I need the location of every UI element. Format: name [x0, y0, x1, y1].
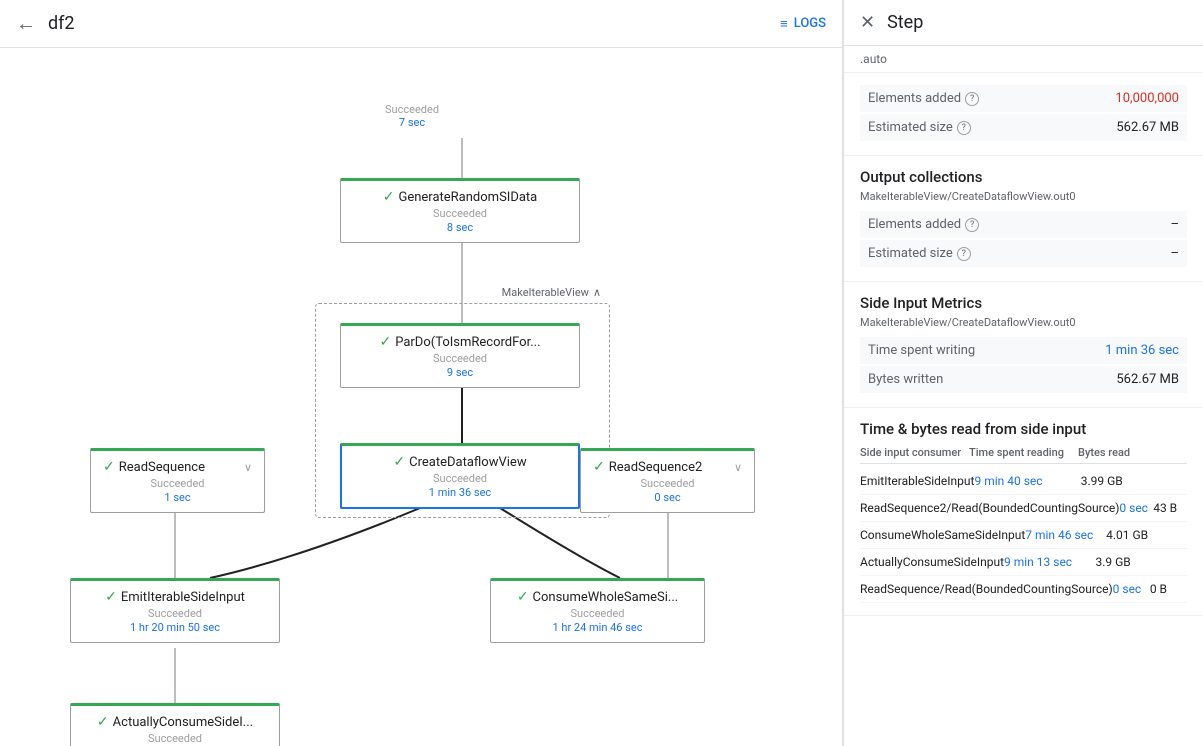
close-button[interactable]: ✕	[860, 12, 875, 33]
top-status-node: Succeeded 7 sec	[385, 103, 439, 129]
out-estimated-size-help[interactable]: ?	[957, 247, 971, 261]
logs-icon: ≡	[780, 16, 788, 32]
check-icon-emit: ✓	[105, 589, 117, 605]
time-writing-row: Time spent writing 1 min 36 sec	[860, 337, 1187, 364]
cell-time: 7 min 46 sec	[1025, 528, 1106, 542]
node-readsequence2[interactable]: ✓ ReadSequence2 ∨ Succeeded 0 sec	[580, 448, 755, 513]
node-consume-whole[interactable]: ✓ ConsumeWholeSameSi... Succeeded 1 hr 2…	[490, 578, 705, 643]
node-pardo[interactable]: ✓ ParDo(ToIsmRecordFor... Succeeded 9 se…	[340, 323, 580, 388]
elements-added-row: Elements added ? 10,000,000	[860, 85, 1187, 112]
out-elements-added-row: Elements added ? –	[860, 211, 1187, 238]
bytes-written-row: Bytes written 562.67 MB	[860, 366, 1187, 393]
estimated-size-row: Estimated size ? 562.67 MB	[860, 114, 1187, 141]
cell-time: 0 sec	[1119, 501, 1153, 515]
logs-button[interactable]: ≡ LOGS	[780, 16, 826, 32]
bytes-written-value: 562.67 MB	[1116, 372, 1179, 387]
node-generate[interactable]: ✓ GenerateRandomSIData Succeeded 8 sec	[340, 178, 580, 243]
cell-consumer: ConsumeWholeSameSideInput	[860, 528, 1025, 542]
cell-bytes: 43 B	[1153, 501, 1187, 515]
top-bar: ← df2 ≡ LOGS	[0, 0, 842, 48]
check-icon-pardo: ✓	[379, 334, 391, 350]
output-collection-path: MakeIterableView/CreateDataflowView.out0	[860, 190, 1187, 203]
out-elements-added-label: Elements added ?	[868, 217, 979, 232]
left-panel: ← df2 ≡ LOGS	[0, 0, 843, 746]
elements-added-label: Elements added ?	[868, 91, 979, 106]
check-icon-create: ✓	[393, 454, 405, 470]
cell-consumer: ReadSequence/Read(BoundedCountingSource)	[860, 582, 1113, 596]
side-input-heading: Side Input Metrics	[860, 294, 1187, 312]
time-bytes-table-header: Side input consumer Time spent reading B…	[860, 442, 1187, 464]
cell-consumer: ActuallyConsumeSideInput	[860, 555, 1004, 569]
elements-added-help[interactable]: ?	[965, 92, 979, 106]
right-panel-header: ✕ Step	[844, 0, 1203, 46]
estimated-size-help[interactable]: ?	[957, 121, 971, 135]
input-collections-section: Elements added ? 10,000,000 Estimated si…	[844, 73, 1203, 156]
check-icon-readseq: ✓	[103, 459, 115, 475]
node-emit-iterable[interactable]: ✓ EmitIterableSideInput Succeeded 1 hr 2…	[70, 578, 280, 643]
table-row: ReadSequence/Read(BoundedCountingSource)…	[860, 576, 1187, 603]
elements-added-value: 10,000,000	[1115, 91, 1179, 106]
output-collections-section: Output collections MakeIterableView/Crea…	[844, 156, 1203, 282]
cell-bytes: 3.99 GB	[1081, 474, 1187, 488]
cell-consumer: EmitIterableSideInput	[860, 474, 974, 488]
time-bytes-section: Time & bytes read from side input Side i…	[844, 408, 1203, 616]
table-row: ReadSequence2/Read(BoundedCountingSource…	[860, 495, 1187, 522]
group-label: MakeIterableView ∧	[502, 286, 601, 299]
col-consumer: Side input consumer	[860, 446, 969, 459]
side-input-metrics-section: Side Input Metrics MakeIterableView/Crea…	[844, 282, 1203, 408]
out-estimated-size-label: Estimated size ?	[868, 246, 971, 261]
back-button[interactable]: ←	[16, 11, 36, 36]
side-input-path: MakeIterableView/CreateDataflowView.out0	[860, 316, 1187, 329]
estimated-size-value: 562.67 MB	[1116, 120, 1179, 135]
auto-label: .auto	[844, 46, 1203, 73]
estimated-size-label: Estimated size ?	[868, 120, 971, 135]
time-bytes-rows: EmitIterableSideInput 9 min 40 sec 3.99 …	[860, 468, 1187, 603]
check-icon: ✓	[383, 189, 395, 205]
right-panel: ✕ Step .auto Elements added ? 10,000,000…	[843, 0, 1203, 746]
out-estimated-size-row: Estimated size ? –	[860, 240, 1187, 267]
node-create-dataflow-view[interactable]: ✓ CreateDataflowView Succeeded 1 min 36 …	[340, 443, 580, 509]
cell-bytes: 4.01 GB	[1106, 528, 1187, 542]
dag-canvas: Succeeded 7 sec ✓ GenerateRandomSIData S…	[0, 48, 842, 746]
cell-bytes: 0 B	[1150, 582, 1187, 596]
node-actually-consume[interactable]: ✓ ActuallyConsumeSideI... Succeeded 1 hr…	[70, 703, 280, 746]
table-row: ConsumeWholeSameSideInput 7 min 46 sec 4…	[860, 522, 1187, 549]
check-icon-consume: ✓	[517, 589, 529, 605]
bytes-written-label: Bytes written	[868, 372, 943, 387]
time-writing-value: 1 min 36 sec	[1105, 343, 1179, 358]
out-estimated-size-value: –	[1170, 246, 1179, 261]
cell-consumer: ReadSequence2/Read(BoundedCountingSource…	[860, 501, 1119, 515]
step-title: Step	[887, 12, 923, 33]
cell-time: 9 min 13 sec	[1004, 555, 1095, 569]
page-title: df2	[48, 13, 768, 34]
out-elements-help[interactable]: ?	[965, 218, 979, 232]
cell-time: 9 min 40 sec	[974, 474, 1080, 488]
dag-inner: Succeeded 7 sec ✓ GenerateRandomSIData S…	[0, 48, 840, 746]
col-bytes-read: Bytes read	[1078, 446, 1187, 459]
cell-bytes: 3.9 GB	[1096, 555, 1188, 569]
cell-time: 0 sec	[1113, 582, 1150, 596]
check-icon-readseq2: ✓	[593, 459, 605, 475]
table-row: ActuallyConsumeSideInput 9 min 13 sec 3.…	[860, 549, 1187, 576]
table-row: EmitIterableSideInput 9 min 40 sec 3.99 …	[860, 468, 1187, 495]
output-collections-heading: Output collections	[860, 168, 1187, 186]
col-time-reading: Time spent reading	[969, 446, 1078, 459]
time-bytes-heading: Time & bytes read from side input	[860, 420, 1187, 438]
time-writing-label: Time spent writing	[868, 343, 975, 358]
check-icon-actually: ✓	[97, 714, 109, 730]
node-readsequence[interactable]: ✓ ReadSequence ∨ Succeeded 1 sec	[90, 448, 265, 513]
out-elements-added-value: –	[1170, 217, 1179, 232]
